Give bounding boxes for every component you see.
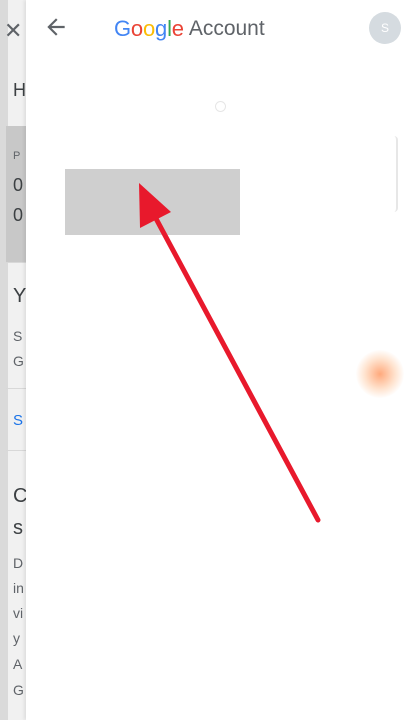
bg-text-a: A [13, 656, 23, 672]
content-placeholder [65, 169, 240, 235]
page-title: Google Account [114, 14, 265, 44]
left-edge-strip [0, 0, 8, 720]
avatar-initial: S [380, 21, 389, 35]
title-suffix: Account [188, 17, 265, 40]
avatar[interactable]: S [369, 12, 401, 44]
logo-letter: o [142, 16, 156, 41]
bg-text-g: G [13, 353, 24, 369]
bg-text-h: H [13, 80, 26, 100]
bg-text-0b: 0 [13, 205, 24, 225]
logo-letter: g [155, 16, 168, 41]
touch-indicator [356, 350, 404, 398]
bg-text-y: Y [13, 285, 27, 307]
bg-link-s[interactable]: S [13, 412, 23, 429]
bg-text-s2: s [13, 517, 23, 539]
bg-text-g2: G [13, 682, 24, 698]
back-arrow-icon[interactable] [43, 14, 69, 40]
scroll-indicator [391, 136, 398, 212]
loading-indicator [215, 101, 226, 112]
logo-letter: e [171, 16, 184, 41]
google-account-panel: Google Account S [26, 0, 405, 720]
bg-text-s: S [13, 328, 23, 344]
bg-divider [6, 262, 26, 263]
bg-text-0a: 0 [13, 175, 24, 195]
logo-letter: o [130, 16, 143, 41]
bg-divider [6, 388, 26, 389]
bg-text-p: P [13, 150, 21, 162]
bg-text-d: D [13, 555, 24, 571]
logo-letter: G [114, 16, 131, 41]
bg-text-y2: y [13, 630, 20, 646]
bg-text-in: in [13, 580, 24, 596]
google-logo: Google [114, 16, 184, 42]
close-icon[interactable]: ✕ [4, 18, 22, 44]
bg-divider [6, 450, 26, 451]
bg-text-vi: vi [13, 605, 24, 621]
